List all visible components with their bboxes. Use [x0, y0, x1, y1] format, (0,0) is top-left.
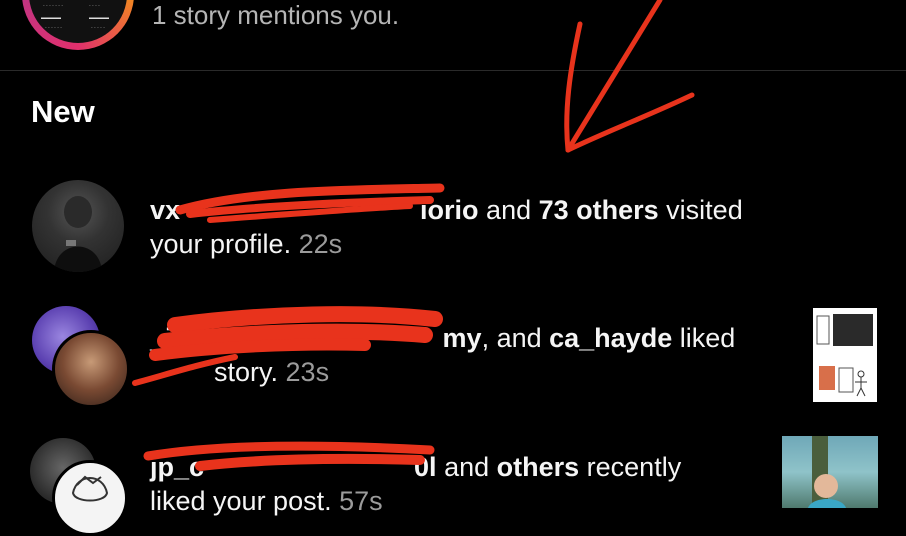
avatar[interactable] — [32, 180, 124, 272]
username-end: 0l — [414, 452, 437, 482]
avatar-front[interactable] — [52, 330, 130, 408]
others-link[interactable]: others — [497, 452, 580, 482]
post-thumbnail[interactable] — [782, 436, 878, 508]
username-2[interactable]: ca_hayde — [549, 323, 672, 353]
arrow-annotation — [564, 0, 695, 153]
story-mention-avatar[interactable]: - - - - - - - - - - - ▬▬▬▬ ▬▬▬▬ - - - - … — [22, 0, 134, 50]
others-count[interactable]: 73 others — [539, 195, 659, 225]
list-item[interactable]: vx iorio and 73 others visited your profi… — [150, 193, 743, 261]
username-end: iorio — [420, 195, 479, 225]
section-title: New — [31, 94, 95, 129]
list-item[interactable]: _i my, and ca_hayde liked story. 23s — [150, 321, 735, 389]
timestamp: 23s — [285, 357, 330, 387]
divider — [0, 70, 906, 71]
story-mentions-text[interactable]: 1 story mentions you. — [152, 0, 399, 30]
username[interactable]: _i — [150, 323, 173, 353]
username[interactable]: jp_c — [150, 452, 204, 482]
timestamp: 22s — [298, 229, 343, 259]
username-end: my — [442, 323, 482, 353]
avatar-front[interactable] — [52, 460, 128, 536]
story-thumbnail: - - - - - - - - - - - ▬▬▬▬ ▬▬▬▬ - - - - … — [29, 0, 127, 43]
story-thumbnail[interactable] — [813, 308, 877, 402]
timestamp: 57s — [339, 486, 383, 516]
username[interactable]: vx — [150, 195, 180, 225]
